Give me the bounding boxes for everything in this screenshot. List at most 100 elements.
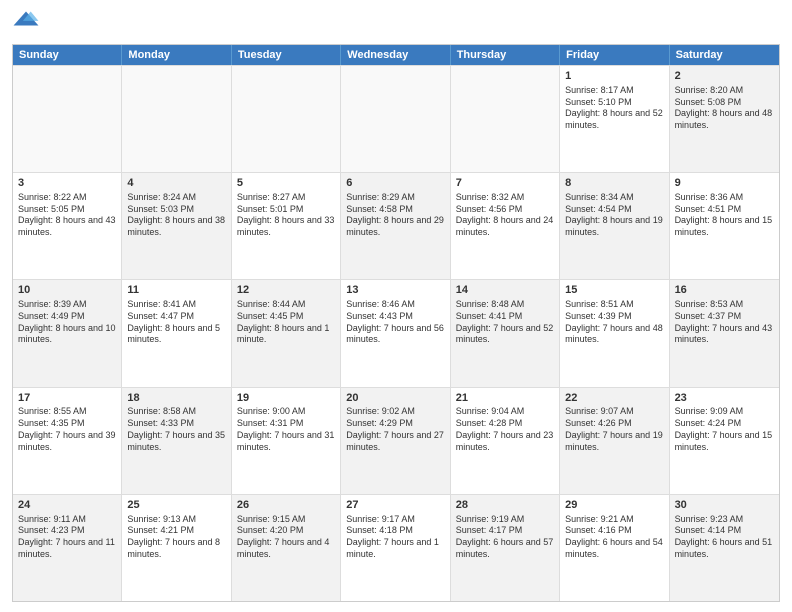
calendar-header: SundayMondayTuesdayWednesdayThursdayFrid…: [13, 45, 779, 65]
calendar-cell: 10Sunrise: 8:39 AM Sunset: 4:49 PM Dayli…: [13, 280, 122, 386]
calendar-cell: 2Sunrise: 8:20 AM Sunset: 5:08 PM Daylig…: [670, 66, 779, 172]
calendar-cell: 17Sunrise: 8:55 AM Sunset: 4:35 PM Dayli…: [13, 388, 122, 494]
calendar-cell: 5Sunrise: 8:27 AM Sunset: 5:01 PM Daylig…: [232, 173, 341, 279]
day-number: 13: [346, 283, 444, 298]
day-number: 22: [565, 391, 663, 406]
day-number: 27: [346, 498, 444, 513]
day-number: 17: [18, 391, 116, 406]
day-number: 30: [675, 498, 774, 513]
cell-text: Sunrise: 9:21 AM Sunset: 4:16 PM Dayligh…: [565, 514, 663, 561]
cell-text: Sunrise: 9:02 AM Sunset: 4:29 PM Dayligh…: [346, 406, 444, 453]
calendar-cell: 25Sunrise: 9:13 AM Sunset: 4:21 PM Dayli…: [122, 495, 231, 601]
calendar-body: 1Sunrise: 8:17 AM Sunset: 5:10 PM Daylig…: [13, 65, 779, 601]
day-number: 7: [456, 176, 554, 191]
cell-text: Sunrise: 8:41 AM Sunset: 4:47 PM Dayligh…: [127, 299, 225, 346]
day-number: 2: [675, 69, 774, 84]
calendar-cell: 14Sunrise: 8:48 AM Sunset: 4:41 PM Dayli…: [451, 280, 560, 386]
calendar-cell: 15Sunrise: 8:51 AM Sunset: 4:39 PM Dayli…: [560, 280, 669, 386]
day-number: 16: [675, 283, 774, 298]
calendar-cell: 11Sunrise: 8:41 AM Sunset: 4:47 PM Dayli…: [122, 280, 231, 386]
calendar-cell: 3Sunrise: 8:22 AM Sunset: 5:05 PM Daylig…: [13, 173, 122, 279]
day-number: 12: [237, 283, 335, 298]
cell-text: Sunrise: 8:22 AM Sunset: 5:05 PM Dayligh…: [18, 192, 116, 239]
calendar-row-5: 24Sunrise: 9:11 AM Sunset: 4:23 PM Dayli…: [13, 494, 779, 601]
calendar-cell: 20Sunrise: 9:02 AM Sunset: 4:29 PM Dayli…: [341, 388, 450, 494]
calendar-cell: 1Sunrise: 8:17 AM Sunset: 5:10 PM Daylig…: [560, 66, 669, 172]
weekday-header-friday: Friday: [560, 45, 669, 65]
day-number: 5: [237, 176, 335, 191]
day-number: 14: [456, 283, 554, 298]
day-number: 26: [237, 498, 335, 513]
cell-text: Sunrise: 8:34 AM Sunset: 4:54 PM Dayligh…: [565, 192, 663, 239]
header: [12, 10, 780, 38]
cell-text: Sunrise: 8:44 AM Sunset: 4:45 PM Dayligh…: [237, 299, 335, 346]
calendar-cell: 21Sunrise: 9:04 AM Sunset: 4:28 PM Dayli…: [451, 388, 560, 494]
day-number: 15: [565, 283, 663, 298]
calendar-row-4: 17Sunrise: 8:55 AM Sunset: 4:35 PM Dayli…: [13, 387, 779, 494]
day-number: 21: [456, 391, 554, 406]
day-number: 25: [127, 498, 225, 513]
calendar-row-1: 1Sunrise: 8:17 AM Sunset: 5:10 PM Daylig…: [13, 65, 779, 172]
calendar-cell: [451, 66, 560, 172]
day-number: 29: [565, 498, 663, 513]
calendar-cell: 22Sunrise: 9:07 AM Sunset: 4:26 PM Dayli…: [560, 388, 669, 494]
calendar-cell: 6Sunrise: 8:29 AM Sunset: 4:58 PM Daylig…: [341, 173, 450, 279]
cell-text: Sunrise: 8:51 AM Sunset: 4:39 PM Dayligh…: [565, 299, 663, 346]
calendar-cell: [232, 66, 341, 172]
calendar-cell: 28Sunrise: 9:19 AM Sunset: 4:17 PM Dayli…: [451, 495, 560, 601]
day-number: 11: [127, 283, 225, 298]
weekday-header-tuesday: Tuesday: [232, 45, 341, 65]
calendar-cell: 29Sunrise: 9:21 AM Sunset: 4:16 PM Dayli…: [560, 495, 669, 601]
cell-text: Sunrise: 9:09 AM Sunset: 4:24 PM Dayligh…: [675, 406, 774, 453]
logo-area: [12, 10, 44, 38]
cell-text: Sunrise: 8:17 AM Sunset: 5:10 PM Dayligh…: [565, 85, 663, 132]
cell-text: Sunrise: 9:07 AM Sunset: 4:26 PM Dayligh…: [565, 406, 663, 453]
calendar-cell: 13Sunrise: 8:46 AM Sunset: 4:43 PM Dayli…: [341, 280, 450, 386]
weekday-header-wednesday: Wednesday: [341, 45, 450, 65]
calendar-cell: 8Sunrise: 8:34 AM Sunset: 4:54 PM Daylig…: [560, 173, 669, 279]
calendar-cell: 7Sunrise: 8:32 AM Sunset: 4:56 PM Daylig…: [451, 173, 560, 279]
cell-text: Sunrise: 8:48 AM Sunset: 4:41 PM Dayligh…: [456, 299, 554, 346]
day-number: 10: [18, 283, 116, 298]
weekday-header-saturday: Saturday: [670, 45, 779, 65]
cell-text: Sunrise: 8:27 AM Sunset: 5:01 PM Dayligh…: [237, 192, 335, 239]
cell-text: Sunrise: 8:46 AM Sunset: 4:43 PM Dayligh…: [346, 299, 444, 346]
calendar-cell: 16Sunrise: 8:53 AM Sunset: 4:37 PM Dayli…: [670, 280, 779, 386]
cell-text: Sunrise: 8:24 AM Sunset: 5:03 PM Dayligh…: [127, 192, 225, 239]
cell-text: Sunrise: 9:23 AM Sunset: 4:14 PM Dayligh…: [675, 514, 774, 561]
cell-text: Sunrise: 9:17 AM Sunset: 4:18 PM Dayligh…: [346, 514, 444, 561]
calendar-cell: 24Sunrise: 9:11 AM Sunset: 4:23 PM Dayli…: [13, 495, 122, 601]
calendar-cell: 18Sunrise: 8:58 AM Sunset: 4:33 PM Dayli…: [122, 388, 231, 494]
calendar-row-3: 10Sunrise: 8:39 AM Sunset: 4:49 PM Dayli…: [13, 279, 779, 386]
cell-text: Sunrise: 9:00 AM Sunset: 4:31 PM Dayligh…: [237, 406, 335, 453]
day-number: 18: [127, 391, 225, 406]
calendar-cell: 19Sunrise: 9:00 AM Sunset: 4:31 PM Dayli…: [232, 388, 341, 494]
calendar-cell: 26Sunrise: 9:15 AM Sunset: 4:20 PM Dayli…: [232, 495, 341, 601]
calendar-cell: 27Sunrise: 9:17 AM Sunset: 4:18 PM Dayli…: [341, 495, 450, 601]
cell-text: Sunrise: 9:04 AM Sunset: 4:28 PM Dayligh…: [456, 406, 554, 453]
calendar-cell: 9Sunrise: 8:36 AM Sunset: 4:51 PM Daylig…: [670, 173, 779, 279]
cell-text: Sunrise: 8:20 AM Sunset: 5:08 PM Dayligh…: [675, 85, 774, 132]
weekday-header-thursday: Thursday: [451, 45, 560, 65]
day-number: 3: [18, 176, 116, 191]
day-number: 28: [456, 498, 554, 513]
cell-text: Sunrise: 9:19 AM Sunset: 4:17 PM Dayligh…: [456, 514, 554, 561]
weekday-header-sunday: Sunday: [13, 45, 122, 65]
cell-text: Sunrise: 8:32 AM Sunset: 4:56 PM Dayligh…: [456, 192, 554, 239]
cell-text: Sunrise: 8:53 AM Sunset: 4:37 PM Dayligh…: [675, 299, 774, 346]
calendar-cell: 23Sunrise: 9:09 AM Sunset: 4:24 PM Dayli…: [670, 388, 779, 494]
cell-text: Sunrise: 8:36 AM Sunset: 4:51 PM Dayligh…: [675, 192, 774, 239]
day-number: 4: [127, 176, 225, 191]
cell-text: Sunrise: 8:39 AM Sunset: 4:49 PM Dayligh…: [18, 299, 116, 346]
logo-icon: [12, 10, 40, 38]
day-number: 6: [346, 176, 444, 191]
cell-text: Sunrise: 8:58 AM Sunset: 4:33 PM Dayligh…: [127, 406, 225, 453]
calendar-cell: 12Sunrise: 8:44 AM Sunset: 4:45 PM Dayli…: [232, 280, 341, 386]
calendar-row-2: 3Sunrise: 8:22 AM Sunset: 5:05 PM Daylig…: [13, 172, 779, 279]
calendar-cell: [13, 66, 122, 172]
weekday-header-monday: Monday: [122, 45, 231, 65]
day-number: 23: [675, 391, 774, 406]
cell-text: Sunrise: 9:13 AM Sunset: 4:21 PM Dayligh…: [127, 514, 225, 561]
cell-text: Sunrise: 9:11 AM Sunset: 4:23 PM Dayligh…: [18, 514, 116, 561]
calendar-cell: 30Sunrise: 9:23 AM Sunset: 4:14 PM Dayli…: [670, 495, 779, 601]
